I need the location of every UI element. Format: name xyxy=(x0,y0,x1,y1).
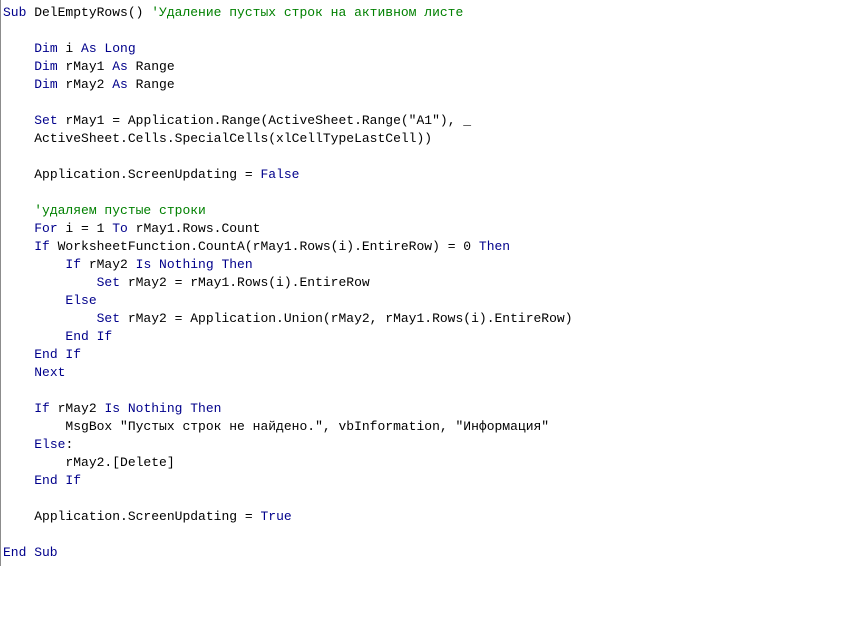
code-line: Application.ScreenUpdating = False xyxy=(3,166,853,184)
code-line: Dim rMay1 As Range xyxy=(3,58,853,76)
code-line: End If xyxy=(3,346,853,364)
code-line: If rMay2 Is Nothing Then xyxy=(3,400,853,418)
code-line: Application.ScreenUpdating = True xyxy=(3,508,853,526)
text-token: : xyxy=(65,437,73,452)
code-line xyxy=(3,184,853,202)
code-line xyxy=(3,94,853,112)
code-line xyxy=(3,526,853,544)
text-token: rMay2 xyxy=(50,401,105,416)
keyword-token: End If xyxy=(34,473,81,488)
text-token: MsgBox "Пустых строк не найдено.", vbInf… xyxy=(65,419,549,434)
keyword-token: Else xyxy=(65,293,96,308)
keyword-token: Is Nothing Then xyxy=(104,401,221,416)
code-line xyxy=(3,382,853,400)
code-line: Dim i As Long xyxy=(3,40,853,58)
keyword-token: If xyxy=(65,257,81,272)
code-line: 'удаляем пустые строки xyxy=(3,202,853,220)
code-line: For i = 1 To rMay1.Rows.Count xyxy=(3,220,853,238)
keyword-token: False xyxy=(260,167,299,182)
code-line: Else xyxy=(3,292,853,310)
keyword-token: End Sub xyxy=(3,545,58,560)
code-content: Sub DelEmptyRows() 'Удаление пустых стро… xyxy=(3,4,853,562)
code-line: Set rMay2 = Application.Union(rMay2, rMa… xyxy=(3,310,853,328)
text-token: Application.ScreenUpdating = xyxy=(34,509,260,524)
keyword-token: If xyxy=(34,401,50,416)
code-line: Else: xyxy=(3,436,853,454)
keyword-token: Dim xyxy=(34,77,57,92)
keyword-token: Set xyxy=(97,311,120,326)
keyword-token: Is Nothing Then xyxy=(136,257,253,272)
code-line: MsgBox "Пустых строк не найдено.", vbInf… xyxy=(3,418,853,436)
code-block: Sub DelEmptyRows() 'Удаление пустых стро… xyxy=(0,0,853,566)
keyword-token: As xyxy=(112,77,128,92)
keyword-token: For xyxy=(34,221,57,236)
keyword-token: End If xyxy=(65,329,112,344)
code-line: Set rMay2 = rMay1.Rows(i).EntireRow xyxy=(3,274,853,292)
text-token: i xyxy=(58,41,81,56)
keyword-token: True xyxy=(260,509,291,524)
code-line: Sub DelEmptyRows() 'Удаление пустых стро… xyxy=(3,4,853,22)
code-line: End Sub xyxy=(3,544,853,562)
code-line: If rMay2 Is Nothing Then xyxy=(3,256,853,274)
text-token: i = 1 xyxy=(58,221,113,236)
code-line xyxy=(3,490,853,508)
text-token: rMay2 = Application.Union(rMay2, rMay1.R… xyxy=(120,311,572,326)
comment-token: 'Удаление пустых строк на активном листе xyxy=(151,5,463,20)
keyword-token: Sub xyxy=(3,5,26,20)
text-token: rMay1 = Application.Range(ActiveSheet.Ra… xyxy=(58,113,471,128)
keyword-token: Dim xyxy=(34,59,57,74)
text-token: rMay2 = rMay1.Rows(i).EntireRow xyxy=(120,275,370,290)
text-token: rMay2 xyxy=(81,257,136,272)
text-token: Range xyxy=(128,59,175,74)
keyword-token: Set xyxy=(34,113,57,128)
keyword-token: To xyxy=(112,221,128,236)
code-line: Dim rMay2 As Range xyxy=(3,76,853,94)
text-token: ActiveSheet.Cells.SpecialCells(xlCellTyp… xyxy=(34,131,432,146)
text-token: rMay2.[Delete] xyxy=(65,455,174,470)
keyword-token: If xyxy=(34,239,50,254)
text-token: rMay1 xyxy=(58,59,113,74)
code-line xyxy=(3,148,853,166)
code-line: Set rMay1 = Application.Range(ActiveShee… xyxy=(3,112,853,130)
code-line: End If xyxy=(3,328,853,346)
text-token: rMay1.Rows.Count xyxy=(128,221,261,236)
keyword-token: As Long xyxy=(81,41,136,56)
keyword-token: Next xyxy=(34,365,65,380)
code-line: rMay2.[Delete] xyxy=(3,454,853,472)
text-token: Range xyxy=(128,77,175,92)
keyword-token: As xyxy=(112,59,128,74)
comment-token: 'удаляем пустые строки xyxy=(34,203,206,218)
code-line: End If xyxy=(3,472,853,490)
keyword-token: Then xyxy=(479,239,510,254)
keyword-token: Dim xyxy=(34,41,57,56)
code-line: ActiveSheet.Cells.SpecialCells(xlCellTyp… xyxy=(3,130,853,148)
text-token: WorksheetFunction.CountA(rMay1.Rows(i).E… xyxy=(50,239,479,254)
code-line xyxy=(3,22,853,40)
text-token: DelEmptyRows() xyxy=(26,5,151,20)
text-token: rMay2 xyxy=(58,77,113,92)
text-token: Application.ScreenUpdating = xyxy=(34,167,260,182)
keyword-token: Set xyxy=(97,275,120,290)
keyword-token: Else xyxy=(34,437,65,452)
keyword-token: End If xyxy=(34,347,81,362)
code-line: Next xyxy=(3,364,853,382)
code-line: If WorksheetFunction.CountA(rMay1.Rows(i… xyxy=(3,238,853,256)
